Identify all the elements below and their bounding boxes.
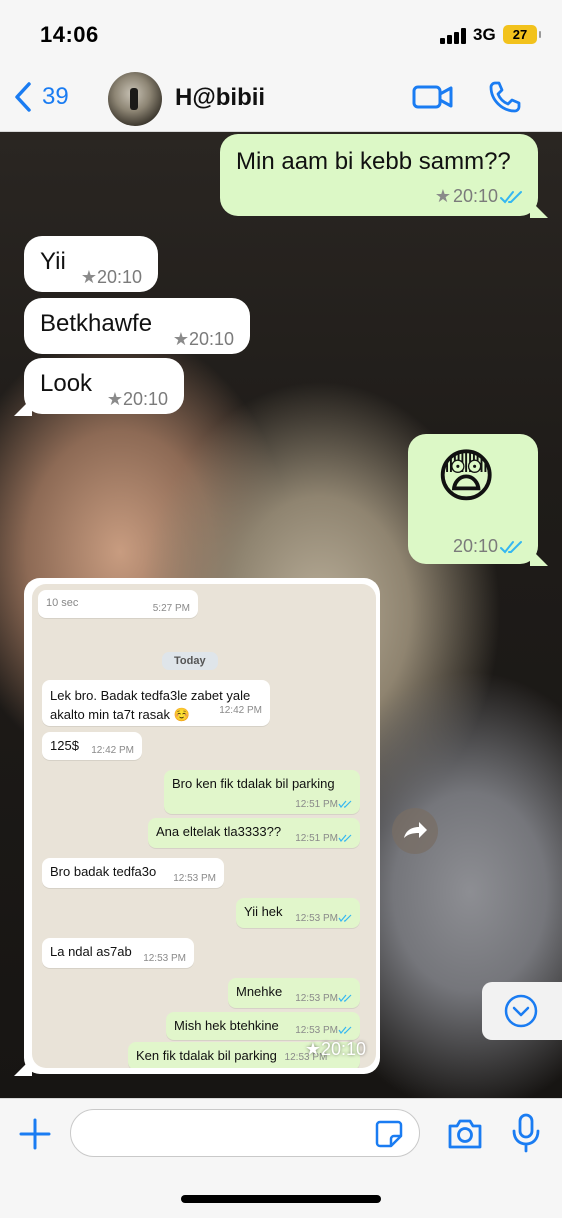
- avatar[interactable]: [108, 72, 162, 126]
- star-icon: ★: [106, 389, 123, 409]
- mini-message-text: 125$: [50, 738, 79, 753]
- mini-message-text: Ana eltelak tla3333??: [156, 824, 282, 839]
- sticker-icon[interactable]: [374, 1119, 404, 1149]
- video-call-icon[interactable]: [412, 82, 454, 112]
- mini-message-text: Bro badak tedfa3o: [50, 864, 157, 879]
- bubble-tail: [14, 398, 32, 416]
- mini-message: La ndal as7ab 12:53 PM: [42, 938, 194, 968]
- double-check-icon: [500, 540, 522, 553]
- message-text: Betkhawfe: [40, 310, 153, 337]
- message-text: Look: [40, 370, 93, 397]
- mini-message: Bro ken fik tdalak bil parking 12:51 PM: [164, 770, 360, 814]
- home-indicator: [181, 1195, 381, 1203]
- mini-message-meta: 12:51 PM: [289, 829, 352, 844]
- message-incoming[interactable]: Look ★20:10: [24, 358, 184, 414]
- double-check-icon: [338, 800, 352, 808]
- mini-message-text: Yii hek: [244, 904, 283, 919]
- double-check-icon: [338, 994, 352, 1002]
- message-incoming[interactable]: Yii ★20:10: [24, 236, 158, 292]
- message-time: 20:10: [96, 267, 142, 287]
- mini-message: Lek bro. Badak tedfa3le zabet yale akalt…: [42, 680, 270, 726]
- message-text: Min aam bi kebb samm??: [236, 148, 511, 175]
- forward-icon: [404, 822, 427, 838]
- mini-message-meta: 12:53 PM: [289, 909, 352, 924]
- date-separator: Today: [162, 652, 218, 670]
- message-emoji: 😨: [436, 444, 497, 509]
- mini-message-time: 12:51 PM: [295, 799, 338, 810]
- mini-message-time: 12:51 PM: [295, 833, 338, 844]
- message-incoming[interactable]: Betkhawfe ★20:10: [24, 298, 250, 354]
- battery-level: 27: [512, 27, 528, 42]
- forward-button[interactable]: [392, 808, 438, 854]
- message-time: 20:10: [122, 389, 168, 409]
- mini-message-time: 12:53 PM: [173, 873, 216, 884]
- image-timestamp: ★20:10: [304, 1039, 366, 1059]
- star-icon: ★: [434, 186, 451, 206]
- message-time: 20:10: [188, 329, 234, 349]
- mini-message-text: Mnehke: [236, 984, 283, 999]
- microphone-icon[interactable]: [510, 1113, 542, 1153]
- status-time: 14:06: [40, 22, 99, 47]
- mini-message-meta: 12:51 PM: [289, 795, 352, 810]
- network-type: 3G: [473, 25, 496, 44]
- message-input[interactable]: [70, 1109, 420, 1157]
- chat-header: 39 H@bibii: [0, 62, 562, 132]
- double-check-icon: [338, 914, 352, 922]
- mini-message: 125$ 12:42 PM: [42, 732, 142, 760]
- chevron-left-icon: [15, 82, 31, 112]
- mini-message-text: 10 sec: [46, 597, 79, 609]
- mini-message: Mnehke 12:53 PM: [228, 978, 360, 1008]
- message-text: Yii: [40, 248, 66, 275]
- camera-icon[interactable]: [446, 1117, 484, 1151]
- shared-screenshot[interactable]: 10 sec 5:27 PM Today Lek bro. Badak tedf…: [32, 584, 376, 1068]
- message-time: 20:10: [452, 536, 498, 556]
- phone-icon[interactable]: [488, 80, 522, 114]
- mini-message-meta: 12:53 PM: [289, 1021, 352, 1036]
- mini-message-time: 12:53 PM: [295, 993, 338, 1004]
- mini-message-meta: 12:53 PM: [289, 989, 352, 1004]
- signal-icon: [440, 28, 468, 44]
- mini-message-text: Mish hek btehkine: [174, 1018, 279, 1033]
- mini-message: Mish hek btehkine 12:53 PM: [166, 1012, 360, 1040]
- scroll-down-button[interactable]: [482, 982, 562, 1040]
- double-check-icon: [338, 834, 352, 842]
- chat-area[interactable]: Min aam bi kebb samm?? ★ 20:10 Yii ★20:1…: [0, 132, 562, 1098]
- star-icon: ★: [80, 267, 97, 287]
- contact-name[interactable]: H@bibii: [175, 84, 265, 112]
- unread-count: 39: [42, 83, 69, 110]
- bubble-tail: [530, 548, 548, 566]
- message-time: 20:10: [452, 186, 498, 206]
- plus-icon[interactable]: [18, 1117, 52, 1151]
- image-time: 20:10: [320, 1039, 366, 1059]
- mini-message-time: 12:53 PM: [295, 1025, 338, 1036]
- composer-bar: [0, 1098, 562, 1218]
- chevron-down-icon: [504, 994, 538, 1028]
- mini-message-text: La ndal as7ab: [50, 944, 132, 959]
- mini-message-text: Bro ken fik tdalak bil parking: [172, 776, 335, 791]
- star-icon: ★: [172, 329, 189, 349]
- mini-message-text: Ken fik tdalak bil parking: [136, 1048, 277, 1063]
- back-button[interactable]: 39: [12, 80, 69, 114]
- mini-message-time: 5:27 PM: [152, 603, 190, 614]
- mini-message-time: 12:53 PM: [295, 913, 338, 924]
- mini-message: Bro badak tedfa3o 12:53 PM: [42, 858, 224, 888]
- message-outgoing[interactable]: 😨 20:10: [408, 434, 538, 564]
- battery-icon: 27: [503, 25, 541, 44]
- mini-message-time: 12:53 PM: [143, 953, 186, 964]
- double-check-icon: [338, 1026, 352, 1034]
- status-bar: 14:06 3G 27: [0, 0, 562, 62]
- mini-message: Yii hek 12:53 PM: [236, 898, 360, 928]
- mini-message: Ana eltelak tla3333?? 12:51 PM: [148, 818, 360, 848]
- mini-message-time: 12:42 PM: [91, 745, 134, 756]
- message-outgoing[interactable]: Min aam bi kebb samm?? ★ 20:10: [220, 134, 538, 216]
- double-check-icon: [500, 190, 522, 203]
- mini-message: 10 sec 5:27 PM: [38, 590, 198, 618]
- mini-message-time: 12:42 PM: [219, 705, 262, 716]
